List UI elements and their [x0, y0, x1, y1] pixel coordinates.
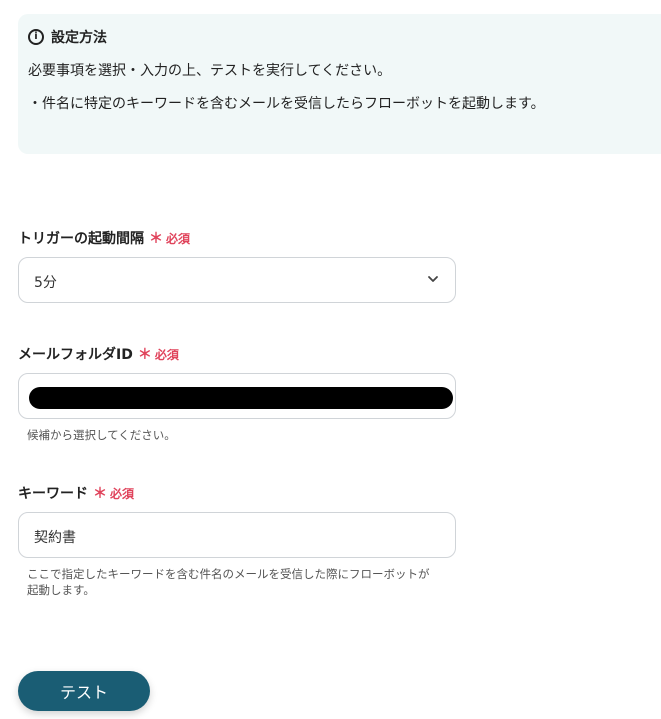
chevron-down-icon [428, 276, 438, 282]
required-badge: ＊ 必須 [138, 344, 179, 364]
info-instruction-line: 必要事項を選択・入力の上、テストを実行してください。 [28, 63, 392, 79]
setup-info-panel [18, 14, 661, 154]
interval-label-text: トリガーの起動間隔 [18, 231, 144, 247]
asterisk-icon: ＊ [149, 231, 163, 247]
folder-id-label: メールフォルダID ＊ 必須 [18, 344, 179, 364]
keyword-hint-line: 起動します。 [27, 583, 95, 597]
info-title-row: i 設定方法 [28, 27, 107, 47]
asterisk-icon: ＊ [93, 486, 107, 502]
keyword-value: 契約書 [34, 530, 76, 546]
keyword-label-text: キーワード [18, 486, 88, 502]
info-title: 設定方法 [51, 30, 107, 46]
info-description-line: ・件名に特定のキーワードを含むメールを受信したらフローボットを起動します。 [28, 96, 545, 112]
required-badge: ＊ 必須 [149, 228, 190, 248]
keyword-input[interactable]: 契約書 [18, 512, 456, 558]
interval-select[interactable]: 5分 [18, 257, 456, 303]
folder-id-hint: 候補から選択してください。 [27, 428, 176, 442]
asterisk-icon: ＊ [137, 347, 152, 363]
required-badge: ＊ 必須 [93, 483, 134, 503]
interval-select-value: 5分 [34, 275, 57, 291]
keyword-hint: ここで指定したキーワードを含む件名のメールを受信した際にフローボットが 起動しま… [27, 566, 430, 598]
folder-id-label-text: メールフォルダID [18, 347, 133, 363]
folder-id-input[interactable] [18, 373, 456, 419]
test-button[interactable]: テスト [18, 671, 150, 711]
keyword-hint-line: ここで指定したキーワードを含む件名のメールを受信した際にフローボットが [27, 567, 430, 581]
keyword-label: キーワード ＊ 必須 [18, 483, 134, 503]
required-text: 必須 [166, 232, 191, 246]
redaction-bar [29, 387, 453, 409]
interval-label: トリガーの起動間隔 ＊ 必須 [18, 228, 190, 248]
info-icon: i [28, 29, 44, 45]
required-text: 必須 [154, 348, 179, 362]
required-text: 必須 [110, 487, 135, 501]
